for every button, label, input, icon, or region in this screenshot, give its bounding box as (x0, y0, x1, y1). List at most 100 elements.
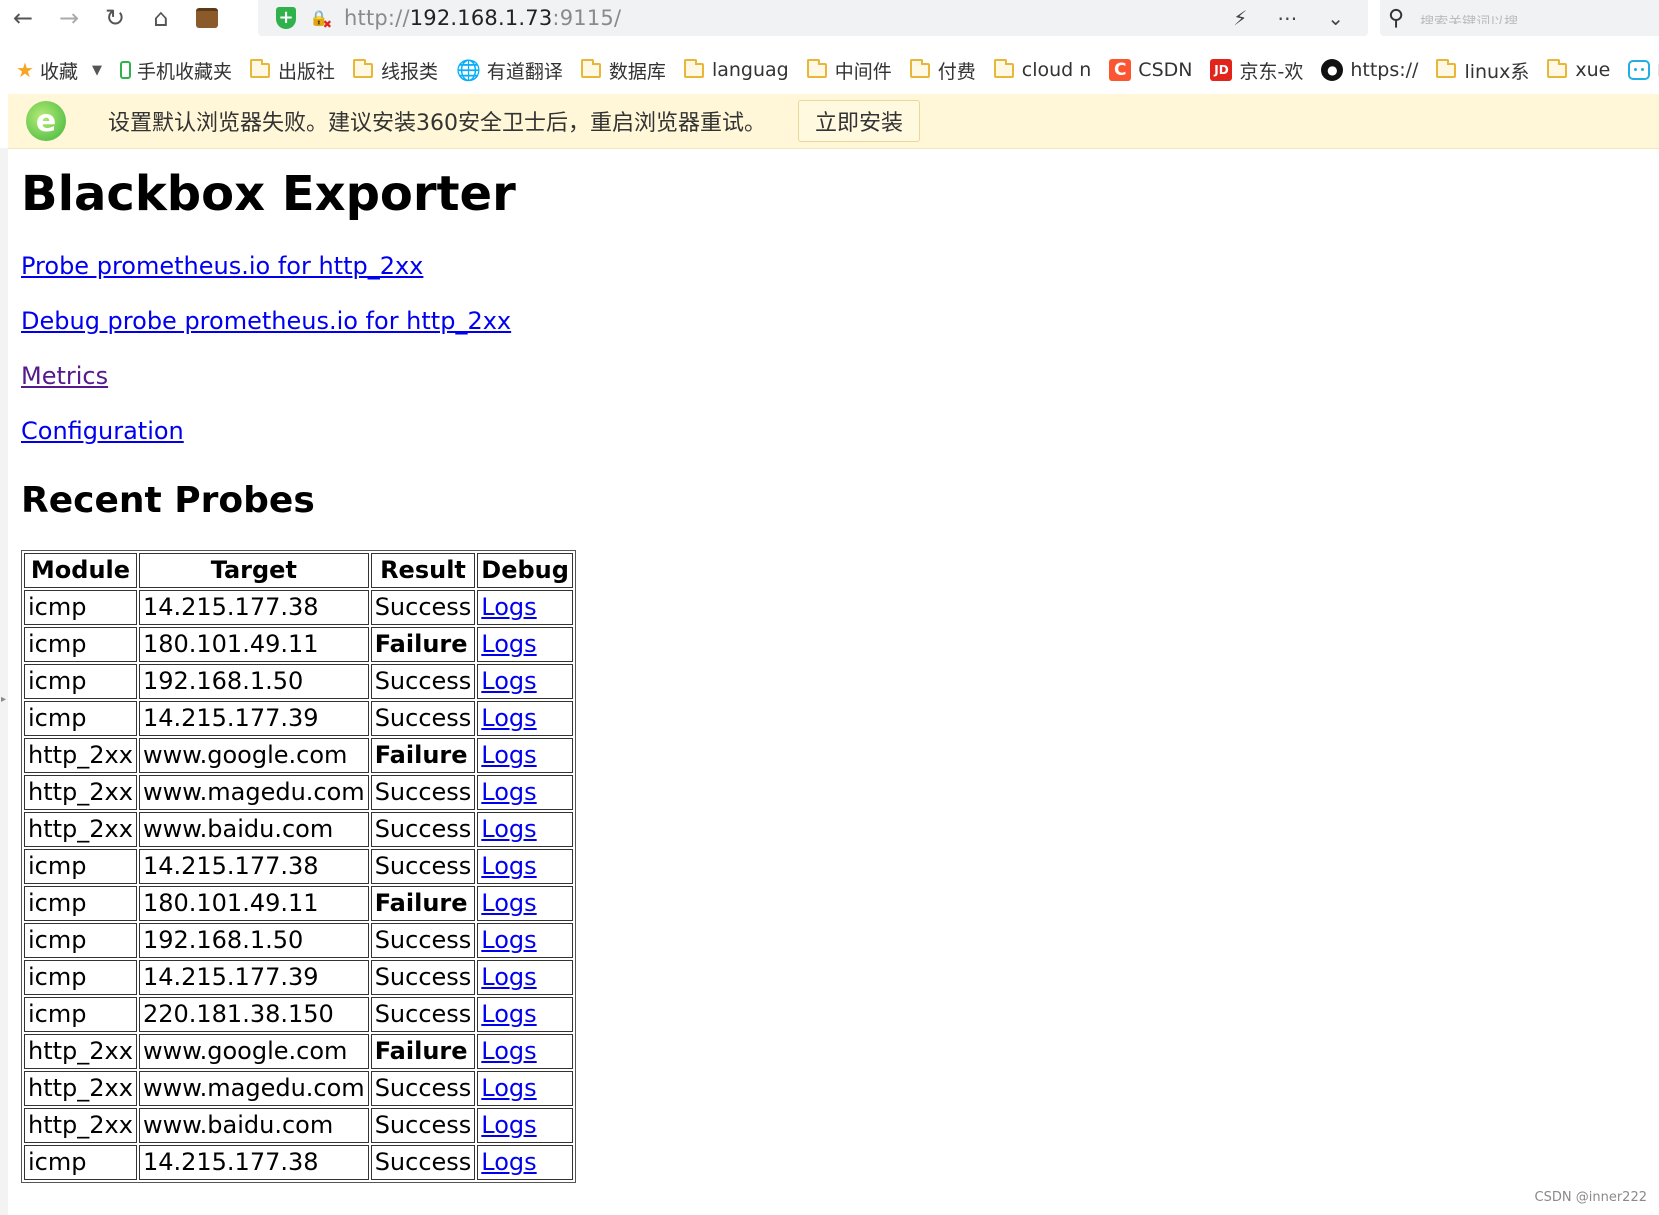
logs-link[interactable]: Logs (481, 630, 536, 658)
security-shield-icon[interactable]: + (276, 7, 296, 29)
logs-link[interactable]: Logs (481, 852, 536, 880)
logs-link[interactable]: Logs (481, 926, 536, 954)
logs-link[interactable]: Logs (481, 778, 536, 806)
default-browser-notification: e 设置默认浏览器失败。建议安装360安全卫士后，重启浏览器重试。 立即安装 (8, 94, 1659, 149)
more-icon[interactable]: ⋯ (1277, 6, 1297, 30)
target-cell: 180.101.49.11 (138, 886, 369, 922)
metrics-link[interactable]: Metrics (21, 362, 108, 390)
module-cell: http_2xx (24, 1034, 137, 1070)
recent-probes-heading: Recent Probes (21, 479, 315, 521)
debug-cell: Logs (477, 1071, 573, 1107)
bookmark-bilibili[interactable]: 哔哩 (1628, 57, 1659, 84)
metrics-link-paragraph: Metrics (21, 362, 1521, 390)
logs-link[interactable]: Logs (481, 741, 536, 769)
bookmark-csdn[interactable]: C CSDN (1109, 59, 1192, 81)
bookmark-label: 收藏 (39, 60, 78, 83)
csdn-icon: C (1109, 59, 1132, 81)
bookmark-linux[interactable]: linux系 (1436, 57, 1529, 84)
reload-button[interactable]: ↻ (92, 0, 138, 36)
search-box[interactable]: ⚲ 搜索关键词以搜 (1380, 0, 1659, 36)
bookmark-youdao[interactable]: 🌐 有道翻译 (456, 57, 563, 84)
debug-cell: Logs (477, 812, 573, 848)
result-cell: Failure (370, 886, 476, 922)
table-row: icmp 180.101.49.11 Failure Logs (24, 886, 573, 922)
logs-link[interactable]: Logs (481, 704, 536, 732)
arrow-right-icon: → (58, 4, 80, 32)
debug-link-paragraph: Debug probe prometheus.io for http_2xx (21, 307, 1521, 335)
module-cell: http_2xx (24, 1108, 137, 1144)
module-cell: http_2xx (24, 1071, 137, 1107)
logs-link[interactable]: Logs (481, 1111, 536, 1139)
logs-link[interactable]: Logs (481, 1000, 536, 1028)
globe-icon: 🌐 (456, 58, 481, 82)
target-cell: www.google.com (138, 738, 369, 774)
target-cell: 192.168.1.50 (138, 664, 369, 700)
back-button[interactable]: ← (0, 0, 46, 36)
home-button[interactable]: ⌂ (138, 0, 184, 36)
bookmark-database[interactable]: 数据库 (580, 57, 666, 84)
logs-link[interactable]: Logs (481, 815, 536, 843)
module-cell: http_2xx (24, 738, 137, 774)
search-icon[interactable]: ⚲ (1388, 6, 1404, 31)
table-row: icmp 14.215.177.38 Success Logs (24, 590, 573, 626)
configuration-link[interactable]: Configuration (21, 417, 184, 445)
github-icon: ● (1321, 59, 1344, 81)
bookmark-language[interactable]: languag (683, 58, 789, 81)
table-row: http_2xx www.baidu.com Success Logs (24, 812, 573, 848)
folder-icon (580, 58, 601, 78)
bookmark-publisher[interactable]: 出版社 (249, 57, 335, 84)
watermark: CSDN @inner222 (1534, 1190, 1647, 1205)
sidebar-edge[interactable] (0, 148, 8, 1215)
bookmark-xianbao[interactable]: 线报类 (352, 57, 438, 84)
bookmark-label: CSDN (1138, 59, 1193, 81)
module-cell: icmp (24, 627, 137, 663)
logs-link[interactable]: Logs (481, 593, 536, 621)
column-header-debug: Debug (477, 553, 573, 589)
logs-link[interactable]: Logs (481, 963, 536, 991)
logs-link[interactable]: Logs (481, 889, 536, 917)
debug-cell: Logs (477, 738, 573, 774)
logs-link[interactable]: Logs (481, 1148, 536, 1176)
chevron-down-icon[interactable]: ⌄ (1327, 6, 1344, 30)
url-port-path: :9115/ (552, 6, 622, 30)
table-row: http_2xx www.google.com Failure Logs (24, 738, 573, 774)
url-bar[interactable]: + 🔒 ✖ http://192.168.1.73:9115/ ⚡ ⋯ ⌄ (258, 0, 1368, 36)
result-cell: Success (370, 590, 476, 626)
url-text[interactable]: http://192.168.1.73:9115/ (344, 6, 621, 30)
folder-icon (249, 58, 270, 78)
logs-link[interactable]: Logs (481, 1037, 536, 1065)
install-now-button[interactable]: 立即安装 (798, 100, 921, 142)
debug-probe-link[interactable]: Debug probe prometheus.io for http_2xx (21, 307, 511, 335)
target-cell: 180.101.49.11 (138, 627, 369, 663)
debug-cell: Logs (477, 923, 573, 959)
arrow-left-icon: ← (12, 4, 34, 32)
logs-link[interactable]: Logs (481, 1074, 536, 1102)
bookmark-cloud[interactable]: cloud n (993, 58, 1091, 81)
logs-link[interactable]: Logs (481, 667, 536, 695)
folder-icon (806, 58, 827, 78)
bookmark-xue[interactable]: xue (1547, 58, 1610, 81)
bookmark-favorites[interactable]: ★ 收藏 ▼ (16, 57, 102, 84)
target-cell: www.magedu.com (138, 775, 369, 811)
target-cell: 14.215.177.38 (138, 590, 369, 626)
module-cell: icmp (24, 1145, 137, 1181)
table-row: http_2xx www.google.com Failure Logs (24, 1034, 573, 1070)
result-cell: Success (370, 849, 476, 885)
bookmark-jd[interactable]: JD 京东-欢 (1210, 57, 1303, 84)
expand-sidebar-icon[interactable]: ▸ (1, 694, 6, 705)
bookmark-mobile[interactable]: 手机收藏夹 (119, 57, 232, 84)
debug-cell: Logs (477, 664, 573, 700)
bookmark-label: 有道翻译 (486, 60, 563, 83)
table-row: icmp 14.215.177.39 Success Logs (24, 960, 573, 996)
forward-button[interactable]: → (46, 0, 92, 36)
folder-icon (683, 58, 704, 78)
insecure-lock-icon[interactable]: 🔒 ✖ (308, 7, 332, 31)
bookmark-paid[interactable]: 付费 (909, 57, 976, 84)
caret-down-icon[interactable]: ▼ (92, 63, 102, 78)
toolbox-button[interactable] (184, 0, 230, 36)
lightning-icon[interactable]: ⚡ (1233, 6, 1247, 30)
bookmark-middleware[interactable]: 中间件 (806, 57, 892, 84)
probe-link[interactable]: Probe prometheus.io for http_2xx (21, 252, 423, 280)
bookmark-github[interactable]: ● https:// (1321, 59, 1418, 81)
url-scheme: http:// (344, 6, 410, 30)
